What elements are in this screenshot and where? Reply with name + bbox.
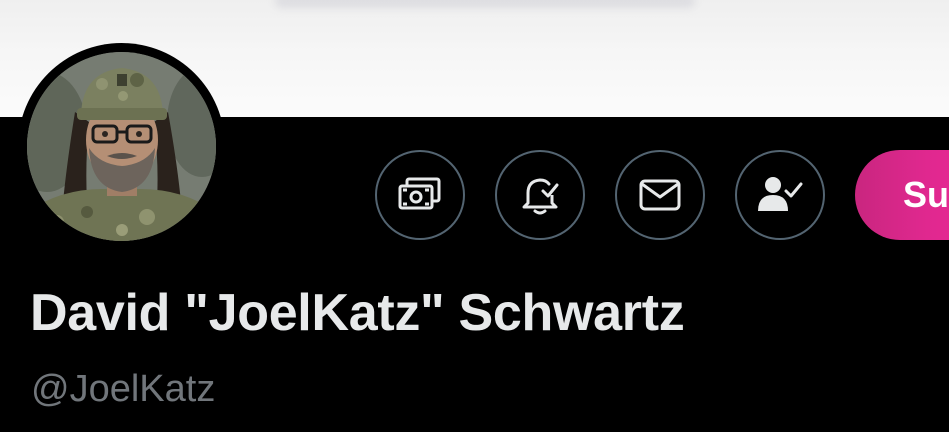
avatar[interactable] — [27, 52, 216, 241]
subscribe-button[interactable]: Su — [855, 150, 949, 240]
notifications-button[interactable] — [495, 150, 585, 240]
person-check-icon — [758, 177, 803, 211]
subscribe-label: Su — [903, 174, 949, 215]
banner-blur — [275, 0, 695, 8]
bell-check-icon — [522, 178, 559, 215]
following-button[interactable] — [735, 150, 825, 240]
money-icon — [398, 177, 441, 210]
user-handle: @JoelKatz — [31, 368, 216, 410]
message-button[interactable] — [615, 150, 705, 240]
profile-header: Su David "JoelKatz" Schwartz @JoelKatz — [0, 0, 949, 432]
avatar-image — [27, 52, 216, 241]
display-name: David "JoelKatz" Schwartz — [30, 284, 685, 342]
tip-button[interactable] — [375, 150, 465, 240]
mail-icon — [639, 179, 681, 211]
